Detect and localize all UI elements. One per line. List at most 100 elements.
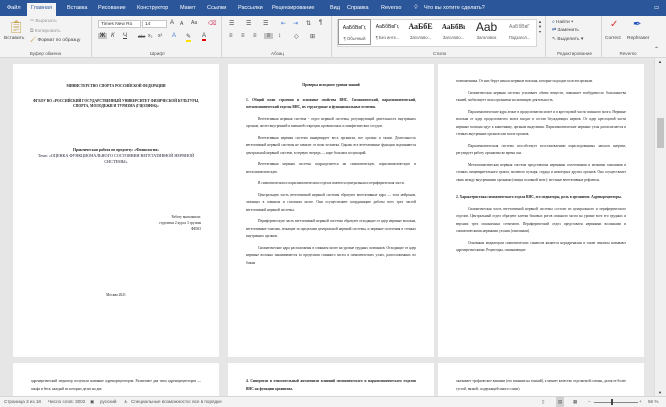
copy-button[interactable]: ⧉ Копировать bbox=[30, 28, 61, 34]
tab-home[interactable]: Главная bbox=[27, 3, 56, 16]
text-effects-icon[interactable]: A bbox=[172, 33, 176, 39]
style-heading-2[interactable]: АаБбВı Заголово... bbox=[437, 19, 470, 45]
style-name: Подзагол... bbox=[508, 35, 531, 40]
paste-icon[interactable]: 📋︎ bbox=[8, 19, 25, 35]
document-area[interactable]: МИНИСТЕРСТВО СПОРТА РОССИЙСКОЙ ФЕДЕРАЦИИ… bbox=[0, 58, 654, 396]
rephraser-icon[interactable]: ✒ bbox=[633, 19, 641, 30]
proofing-icon[interactable]: ▣ bbox=[90, 397, 94, 407]
zoom-slider-thumb[interactable] bbox=[611, 399, 613, 405]
paste-button[interactable]: Вставить bbox=[4, 36, 24, 41]
question-2: 2. Характеристика симпатического отдела … bbox=[456, 195, 622, 199]
scroll-down-icon[interactable]: ▼ bbox=[658, 390, 662, 395]
styles-scroll-down[interactable]: ▲ ▼ ▾ bbox=[538, 19, 542, 34]
page-6: оказывает трофическое влияние (его влиян… bbox=[438, 363, 644, 396]
italic-button[interactable]: К bbox=[111, 33, 115, 39]
word-count[interactable]: Число слов: 3002 bbox=[48, 397, 85, 407]
question-4: 4. Синергизм и относительный антагонизм … bbox=[246, 379, 416, 391]
bold-button[interactable]: Ж bbox=[98, 33, 107, 39]
zoom-in-button[interactable]: + bbox=[639, 397, 642, 407]
page-3: позвоночника. От них берут начало нервны… bbox=[438, 64, 644, 357]
tab-help[interactable]: Справка bbox=[343, 3, 373, 16]
style-name: Заголово... bbox=[409, 35, 432, 40]
style-name: Заголовок bbox=[476, 35, 497, 40]
paragraph-group: ☰ ☰ ☰ ⇤ ⇥ ⇅ ¶ ≡ ≡ ≡ ≡ ↕ ◇ ⊞ Абзац bbox=[224, 16, 332, 57]
style-no-spacing[interactable]: АаБбВвГг, ¶ Без инте... bbox=[371, 19, 404, 45]
zoom-out-button[interactable]: − bbox=[588, 397, 591, 407]
ministry-heading: МИНИСТЕРСТВО СПОРТА РОССИЙСКОЙ ФЕДЕРАЦИИ bbox=[66, 84, 166, 88]
tab-view[interactable]: Вид bbox=[326, 3, 344, 16]
tab-references[interactable]: Ссылки bbox=[203, 3, 230, 16]
decrease-indent-icon[interactable]: ⇤ bbox=[281, 20, 286, 27]
tab-file[interactable]: Файл bbox=[3, 3, 25, 16]
clipboard-label: Буфер обмена bbox=[29, 51, 62, 56]
superscript-button[interactable]: x² bbox=[158, 33, 162, 39]
font-size-select[interactable]: 14 bbox=[142, 20, 167, 28]
correct-button[interactable]: Correct bbox=[605, 36, 621, 41]
replace-button[interactable]: ⇄ Заменить bbox=[552, 28, 579, 33]
cut-button[interactable]: ✂ Вырезать bbox=[30, 19, 57, 24]
question-1: 1. Общий план строения и основные свойст… bbox=[246, 97, 416, 110]
style-subtitle[interactable]: АаБбВвГ Подзагол... bbox=[503, 19, 536, 45]
underline-button[interactable]: Ч bbox=[123, 33, 127, 39]
tab-insert[interactable]: Вставка bbox=[63, 3, 91, 16]
brush-icon: 🖌︎ bbox=[30, 38, 37, 43]
align-left-icon[interactable]: ≡ bbox=[229, 33, 233, 39]
collapse-ribbon-icon[interactable]: ⌃ bbox=[654, 46, 659, 53]
section-title: Проверка исходного уровня знаний bbox=[302, 83, 360, 87]
web-layout-icon[interactable]: ▦ bbox=[573, 397, 577, 407]
language[interactable]: русский bbox=[100, 397, 116, 407]
print-layout-icon[interactable]: ▤ bbox=[556, 397, 565, 407]
subscript-button[interactable]: x₂ bbox=[148, 33, 152, 39]
zoom-level[interactable]: 56 % bbox=[648, 397, 658, 407]
strikethrough-button[interactable]: abc bbox=[138, 34, 145, 39]
format-painter-button[interactable]: 🖌︎ Формат по образцу bbox=[30, 38, 80, 43]
rephraser-button[interactable]: Rephraser bbox=[627, 36, 649, 41]
align-center-icon[interactable]: ≡ bbox=[241, 33, 245, 39]
font-name-select[interactable]: Times New Ro bbox=[98, 20, 141, 28]
paragraph-label: Абзац bbox=[271, 51, 284, 56]
scrollbar-thumb[interactable] bbox=[657, 118, 664, 148]
tab-design[interactable]: Конструктор bbox=[133, 3, 172, 16]
correct-icon[interactable]: ✓ bbox=[610, 19, 618, 30]
style-heading-1[interactable]: АаБбЕ Заголово... bbox=[404, 19, 437, 45]
style-preview: АаБбВı bbox=[441, 23, 466, 31]
bullets-icon[interactable]: ☰ bbox=[229, 20, 234, 27]
read-mode-icon[interactable]: ▯ bbox=[542, 397, 545, 407]
change-case-button[interactable]: Аа bbox=[191, 20, 197, 26]
tell-me-search[interactable]: Что вы хотите сделать? bbox=[420, 3, 489, 16]
university-heading: ФГБОУ ВО «РОССИЙСКИЙ ГОСУДАРСТВЕННЫЙ УНИ… bbox=[32, 98, 200, 109]
borders-icon[interactable]: ⊞ bbox=[310, 33, 315, 40]
tab-reverso[interactable]: Reverso bbox=[377, 3, 405, 16]
shrink-font-button[interactable]: A bbox=[180, 21, 183, 27]
style-title[interactable]: Aab Заголовок bbox=[470, 19, 503, 45]
accessibility-status[interactable]: Специальные возможности: все в порядке bbox=[131, 397, 222, 407]
justify-icon[interactable]: ≡ bbox=[264, 33, 273, 39]
find-button[interactable]: ⌕ Найти ▾ bbox=[552, 19, 573, 25]
sort-icon[interactable]: ⇅ bbox=[306, 20, 311, 27]
numbering-icon[interactable]: ☰ bbox=[246, 20, 251, 27]
style-normal[interactable]: АаБбВвГг, ¶ Обычный bbox=[338, 19, 371, 45]
work-topic: Тема: «ОЦЕНКА ФУНКЦИОНАЛЬНОГО СОСТОЯНИЯ … bbox=[37, 153, 195, 164]
comments-icon[interactable]: ▭ bbox=[650, 3, 663, 16]
highlight-icon[interactable]: ✎ bbox=[186, 33, 192, 42]
paragraph: Парасимпатическая система способствует в… bbox=[456, 143, 626, 156]
align-right-icon[interactable]: ≡ bbox=[253, 33, 257, 39]
tab-draw[interactable]: Рисование bbox=[94, 3, 130, 16]
zoom-slider[interactable] bbox=[594, 402, 638, 403]
tab-mailings[interactable]: Рассылки bbox=[234, 3, 267, 16]
font-color-icon[interactable]: A bbox=[202, 33, 207, 41]
tab-layout[interactable]: Макет bbox=[176, 3, 200, 16]
multilevel-list-icon[interactable]: ☰ bbox=[263, 20, 268, 27]
select-button[interactable]: ↖ Выделить ▾ bbox=[552, 37, 583, 42]
shading-icon[interactable]: ◇ bbox=[294, 33, 299, 40]
vertical-scrollbar[interactable]: ▲ ▼ bbox=[654, 58, 666, 396]
clear-format-icon[interactable]: ⌫ bbox=[208, 20, 216, 27]
page-count[interactable]: Страница 3 из 18 bbox=[4, 397, 41, 407]
scroll-up-icon[interactable]: ▲ bbox=[658, 59, 662, 64]
grow-font-button[interactable]: A bbox=[170, 20, 174, 26]
pilcrow-icon[interactable]: ¶ bbox=[319, 20, 322, 26]
tab-review[interactable]: Рецензирование bbox=[268, 3, 318, 16]
line-spacing-icon[interactable]: ↕ bbox=[278, 33, 281, 39]
increase-indent-icon[interactable]: ⇥ bbox=[293, 20, 298, 27]
paragraph: Симпатическая часть вегетативной нервной… bbox=[456, 206, 626, 234]
